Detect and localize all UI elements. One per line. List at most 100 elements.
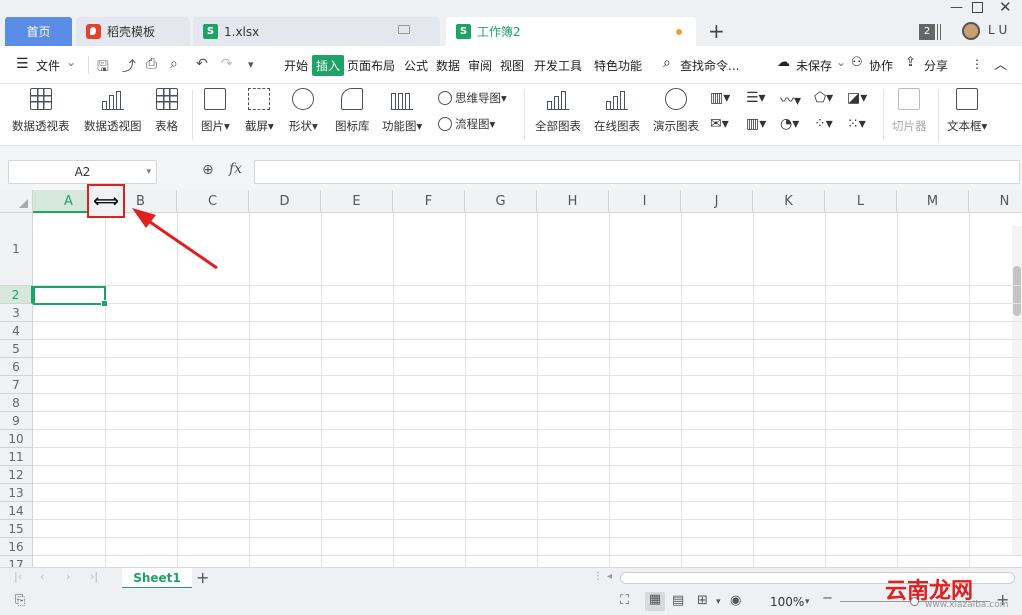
- command-search[interactable]: 查找命令...: [680, 57, 739, 74]
- picture-button[interactable]: 图片▾: [201, 88, 230, 134]
- shapes-button[interactable]: 形状▾: [289, 88, 318, 134]
- macro-icon[interactable]: ⎘: [15, 593, 25, 608]
- sheet-tab-sheet1[interactable]: Sheet1: [122, 568, 192, 589]
- tab-split-handle[interactable]: ⋮: [593, 571, 603, 582]
- file-menu[interactable]: 文件: [36, 57, 60, 74]
- chevron-down-icon[interactable]: ▾: [716, 597, 721, 607]
- scatter-chart-dropdown[interactable]: ⁘▾: [814, 116, 833, 132]
- column-header-e[interactable]: E: [321, 190, 393, 213]
- zoom-out-icon[interactable]: −: [822, 591, 833, 606]
- avatar[interactable]: [962, 22, 980, 40]
- name-box[interactable]: A2 ▾: [8, 160, 157, 184]
- menu-tab-page-layout[interactable]: 页面布局: [347, 57, 395, 74]
- menu-tab-review[interactable]: 审阅: [468, 57, 492, 74]
- column-header-j[interactable]: J: [681, 190, 753, 213]
- pivot-table-button[interactable]: 数据透视表: [12, 88, 70, 134]
- mindmap-button[interactable]: 思维导图 ▾: [438, 90, 507, 106]
- row-header-9[interactable]: 9: [0, 412, 33, 430]
- column-header-l[interactable]: L: [825, 190, 897, 213]
- formula-input[interactable]: [254, 160, 1020, 184]
- column-header-f[interactable]: F: [393, 190, 465, 213]
- menu-tab-view[interactable]: 视图: [500, 57, 524, 74]
- menu-tab-developer[interactable]: 开发工具: [534, 57, 582, 74]
- column-header-i[interactable]: I: [609, 190, 681, 213]
- column-chart-dropdown[interactable]: ▥▾: [710, 90, 730, 106]
- column-header-m[interactable]: M: [897, 190, 969, 213]
- prev-sheet-icon[interactable]: ‹: [40, 570, 44, 583]
- icon-library-button[interactable]: 图标库: [335, 88, 370, 134]
- function-chart-button[interactable]: 功能图▾: [382, 88, 422, 134]
- unsaved-status[interactable]: 未保存: [796, 57, 832, 74]
- window-count-badge[interactable]: 2: [919, 24, 935, 40]
- menu-tab-formulas[interactable]: 公式: [404, 57, 428, 74]
- column-header-h[interactable]: H: [537, 190, 609, 213]
- quick-access-dropdown-icon[interactable]: ▾: [248, 58, 254, 71]
- row-header-12[interactable]: 12: [0, 466, 33, 484]
- flowchart-button[interactable]: 流程图 ▾: [438, 116, 495, 132]
- column-resize-cursor-highlight[interactable]: ⟺: [87, 184, 125, 218]
- chevron-down-icon[interactable]: ⌄: [836, 55, 846, 69]
- row-header-10[interactable]: 10: [0, 430, 33, 448]
- menu-tab-insert[interactable]: 插入: [312, 55, 345, 76]
- print-preview-icon[interactable]: ⌕: [170, 56, 178, 72]
- scroll-left-icon[interactable]: ◂: [607, 571, 612, 582]
- bubble-chart-dropdown[interactable]: ⁙▾: [847, 116, 866, 132]
- radar-chart-dropdown[interactable]: ⬠▾: [814, 90, 833, 106]
- row-header-13[interactable]: 13: [0, 484, 33, 502]
- vertical-scrollbar[interactable]: [1012, 226, 1022, 556]
- chevron-down-icon[interactable]: ⌄: [66, 55, 76, 69]
- redo-icon[interactable]: ↷: [221, 56, 233, 72]
- table-button[interactable]: 表格: [155, 88, 178, 134]
- tab-home[interactable]: 首页: [5, 17, 72, 46]
- share-button[interactable]: 分享: [924, 57, 948, 74]
- select-all-corner[interactable]: [0, 190, 33, 213]
- first-sheet-icon[interactable]: |‹: [14, 570, 22, 583]
- fullscreen-icon[interactable]: ⛶: [620, 593, 629, 608]
- row-header-6[interactable]: 6: [0, 358, 33, 376]
- zoom-lookup-icon[interactable]: ⊕: [202, 162, 214, 178]
- next-sheet-icon[interactable]: ›: [66, 570, 70, 583]
- undo-icon[interactable]: ↶: [196, 56, 208, 72]
- search-icon[interactable]: ⌕: [663, 55, 671, 71]
- row-header-5[interactable]: 5: [0, 340, 33, 358]
- maximize-icon[interactable]: [972, 2, 983, 13]
- collaborate-button[interactable]: 协作: [869, 57, 893, 74]
- more-options-icon[interactable]: ⋮: [971, 57, 983, 71]
- tab-docer-templates[interactable]: 稻壳模板: [76, 17, 190, 46]
- demo-charts-button[interactable]: 演示图表: [653, 88, 699, 134]
- combo-chart-dropdown[interactable]: ▥▾: [746, 116, 766, 132]
- row-header-3[interactable]: 3: [0, 304, 33, 322]
- new-tab-button[interactable]: +: [708, 19, 725, 43]
- page-break-view-icon[interactable]: ⊞: [697, 593, 708, 608]
- minimize-icon[interactable]: —: [950, 0, 963, 15]
- row-header-8[interactable]: 8: [0, 394, 33, 412]
- fx-icon[interactable]: fx: [229, 161, 242, 177]
- chevron-down-icon[interactable]: ▾: [805, 597, 810, 607]
- textbox-button[interactable]: 文本框▾: [947, 88, 987, 134]
- save-icon[interactable]: 🖫: [97, 56, 109, 80]
- bar-chart-dropdown[interactable]: ☰▾: [746, 90, 766, 106]
- column-header-g[interactable]: G: [465, 190, 537, 213]
- row-header-7[interactable]: 7: [0, 376, 33, 394]
- collapse-ribbon-icon[interactable]: ︿: [994, 54, 1007, 73]
- column-header-c[interactable]: C: [177, 190, 249, 213]
- chevron-down-icon[interactable]: ▾: [146, 161, 151, 183]
- column-header-k[interactable]: K: [753, 190, 825, 213]
- row-header-4[interactable]: 4: [0, 322, 33, 340]
- pie-chart-dropdown[interactable]: ◔▾: [780, 116, 799, 132]
- page-layout-view-icon[interactable]: ▤: [672, 593, 684, 608]
- online-charts-button[interactable]: 在线图表: [594, 88, 640, 134]
- row-header-15[interactable]: 15: [0, 520, 33, 538]
- area-chart-dropdown[interactable]: ◪▾: [847, 90, 867, 106]
- column-header-n[interactable]: N: [969, 190, 1022, 213]
- eye-protection-icon[interactable]: ◉: [730, 593, 741, 608]
- tab-workbook2[interactable]: S 工作簿2: [446, 17, 696, 46]
- menu-tab-start[interactable]: 开始: [284, 57, 308, 74]
- row-header-1[interactable]: 1: [0, 213, 33, 286]
- row-header-2[interactable]: 2: [0, 286, 33, 304]
- add-sheet-button[interactable]: +: [196, 568, 209, 587]
- all-charts-button[interactable]: 全部图表: [535, 88, 581, 134]
- pivot-chart-button[interactable]: 数据透视图: [84, 88, 142, 134]
- spreadsheet-grid[interactable]: A B C D E F G H I J K L M N 1 2 3 4 5 6 7 8 9 10 11 12 13 14 15 16 17: [0, 190, 1022, 567]
- close-icon[interactable]: ✕: [999, 0, 1012, 16]
